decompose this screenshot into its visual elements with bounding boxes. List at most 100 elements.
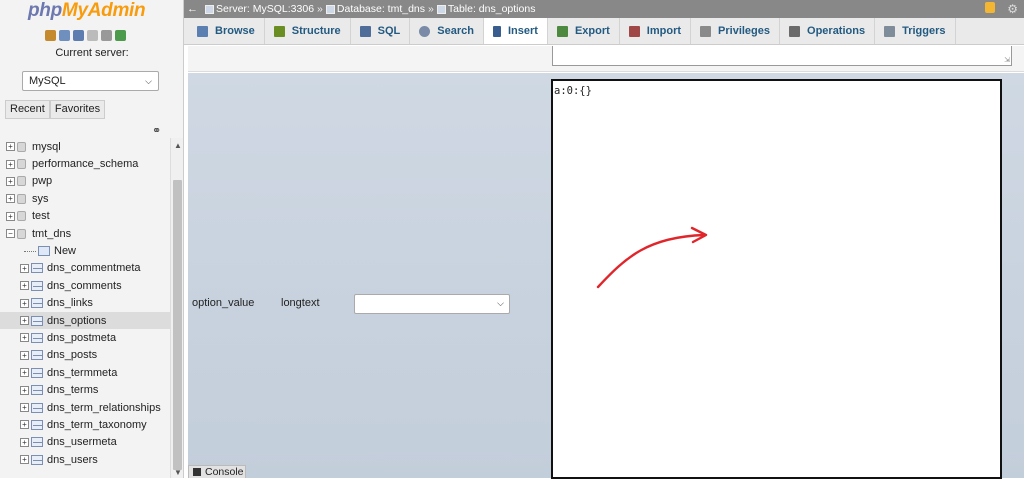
link-with-main-icon[interactable]: ⚭ <box>152 124 161 137</box>
db-item-pwp[interactable]: + pwp <box>0 173 170 190</box>
breadcrumb-table[interactable]: Table: dns_options <box>448 3 536 15</box>
expand-icon[interactable]: + <box>6 211 15 221</box>
expand-icon[interactable]: + <box>20 420 29 430</box>
db-item-performance-schema[interactable]: + performance_schema <box>0 155 170 172</box>
server-select[interactable]: MySQL ⌵ <box>22 71 159 91</box>
expand-icon[interactable]: + <box>20 316 29 326</box>
table-item-dns-terms[interactable]: + dns_terms <box>0 381 170 398</box>
db-label: test <box>32 210 50 223</box>
insert-icon <box>492 25 501 37</box>
table-item-dns-postmeta[interactable]: + dns_postmeta <box>0 329 170 346</box>
export-icon <box>556 25 568 37</box>
reload-icon[interactable] <box>115 30 126 41</box>
expand-icon[interactable]: + <box>20 403 29 413</box>
database-icon <box>17 228 26 239</box>
phpmyadmin-logo[interactable]: phpMyAdmin <box>28 0 146 22</box>
table-label: dns_comments <box>47 279 122 292</box>
collapse-sidebar-arrow-icon[interactable]: ← <box>184 3 201 15</box>
db-item-tmt-dns[interactable]: − tmt_dns <box>0 225 170 242</box>
docs-icon[interactable] <box>87 30 98 41</box>
expand-icon[interactable]: + <box>20 385 29 395</box>
tab-label: Structure <box>291 25 341 37</box>
expand-icon[interactable]: + <box>6 176 15 186</box>
logo-admin-text: MyAdmin <box>61 0 146 21</box>
previous-value-textarea[interactable]: ⇲ <box>552 46 1012 66</box>
db-item-sys[interactable]: + sys <box>0 190 170 207</box>
table-item-dns-comments[interactable]: + dns_comments <box>0 277 170 294</box>
tab-insert[interactable]: Insert <box>483 18 548 44</box>
table-icon <box>436 4 446 14</box>
tab-search[interactable]: Search <box>410 18 484 44</box>
favorites-button[interactable]: Favorites <box>49 100 106 119</box>
previous-field-row: ⇲ <box>188 46 1024 72</box>
table-item-dns-posts[interactable]: + dns_posts <box>0 347 170 364</box>
tab-structure[interactable]: Structure <box>265 18 351 44</box>
db-label: pwp <box>32 175 53 188</box>
tab-privileges[interactable]: Privileges <box>691 18 781 44</box>
settings-icon[interactable] <box>101 30 112 41</box>
navigation-sidebar: phpMyAdmin Current server: MySQL ⌵ Recen… <box>0 0 184 478</box>
database-tree: + mysql + performance_schema + pwp + sys… <box>0 138 170 468</box>
console-toggle[interactable]: Console <box>188 465 246 478</box>
server-select-value: MySQL <box>29 75 66 87</box>
db-label: sys <box>32 192 49 205</box>
db-label: mysql <box>32 140 61 153</box>
tab-import[interactable]: Import <box>620 18 692 44</box>
gear-icon[interactable]: ⚙ <box>1007 2 1018 16</box>
expand-icon[interactable]: + <box>6 159 15 169</box>
new-table-item[interactable]: New <box>0 242 170 259</box>
db-item-mysql[interactable]: + mysql <box>0 138 170 155</box>
tab-sql[interactable]: SQL <box>351 18 411 44</box>
table-item-dns-usermeta[interactable]: + dns_usermeta <box>0 434 170 451</box>
tab-browse[interactable]: Browse <box>188 18 265 44</box>
expand-icon[interactable]: + <box>20 281 29 291</box>
scrollbar-thumb[interactable] <box>173 180 182 470</box>
table-item-dns-term-relationships[interactable]: + dns_term_relationships <box>0 399 170 416</box>
table-item-dns-commentmeta[interactable]: + dns_commentmeta <box>0 260 170 277</box>
table-item-dns-term-taxonomy[interactable]: + dns_term_taxonomy <box>0 416 170 433</box>
console-icon <box>193 468 201 476</box>
server-icon <box>205 4 214 14</box>
database-icon <box>17 176 26 187</box>
logout-icon[interactable] <box>59 30 70 41</box>
table-item-dns-options[interactable]: + dns_options <box>0 311 170 330</box>
recent-button[interactable]: Recent <box>5 100 50 119</box>
breadcrumb-server[interactable]: Server: MySQL:3306 <box>216 3 314 15</box>
table-label: dns_links <box>47 297 93 310</box>
expand-icon[interactable]: + <box>20 350 29 360</box>
table-label: dns_term_taxonomy <box>47 418 147 431</box>
help-icon[interactable] <box>73 30 84 41</box>
expand-icon[interactable]: + <box>20 368 29 378</box>
table-icon <box>31 315 43 326</box>
logo-php-text: php <box>28 0 62 21</box>
import-icon <box>628 25 640 37</box>
new-table-label: New <box>54 245 77 258</box>
expand-icon[interactable]: + <box>20 437 29 447</box>
sidebar-scrollbar[interactable]: ▲ ▼ <box>170 138 183 478</box>
expand-icon[interactable]: + <box>6 194 15 204</box>
lock-icon[interactable] <box>985 2 996 13</box>
expand-icon[interactable]: + <box>20 298 29 308</box>
collapse-icon[interactable]: − <box>6 229 15 239</box>
expand-icon[interactable]: + <box>20 333 29 343</box>
expand-icon[interactable]: + <box>6 142 15 152</box>
function-select[interactable]: ⌵ <box>354 294 510 314</box>
scroll-up-arrow-icon[interactable]: ▲ <box>174 141 182 150</box>
tab-export[interactable]: Export <box>548 18 620 44</box>
breadcrumb-database[interactable]: Database: tmt_dns <box>337 3 425 15</box>
resize-grip-icon[interactable]: ⇲ <box>1004 56 1010 64</box>
table-item-dns-termmeta[interactable]: + dns_termmeta <box>0 364 170 381</box>
expand-icon[interactable]: + <box>20 263 29 273</box>
home-icon[interactable] <box>45 30 56 41</box>
db-label: tmt_dns <box>32 227 72 240</box>
table-item-dns-links[interactable]: + dns_links <box>0 295 170 312</box>
tab-operations[interactable]: Operations <box>780 18 876 44</box>
table-item-dns-users[interactable]: + dns_users <box>0 451 170 468</box>
field-row-option-value: option_value longtext ⌵ a:0:{} <box>188 73 1024 479</box>
tab-label: SQL <box>377 25 401 37</box>
scroll-down-arrow-icon[interactable]: ▼ <box>174 468 182 477</box>
database-icon <box>325 4 335 14</box>
tab-triggers[interactable]: Triggers <box>875 18 956 44</box>
db-item-test[interactable]: + test <box>0 208 170 225</box>
expand-icon[interactable]: + <box>20 455 29 465</box>
